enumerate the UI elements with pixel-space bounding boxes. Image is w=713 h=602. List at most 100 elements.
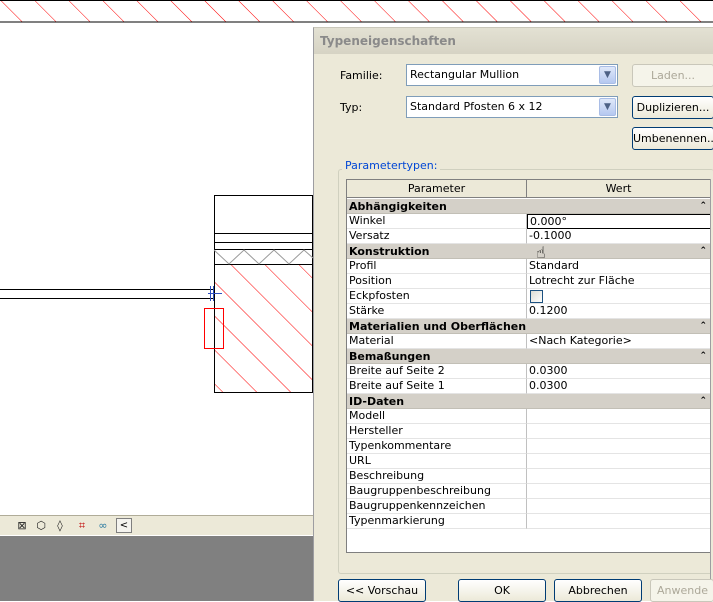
hatched-wall-top [0,0,713,22]
grid-cell-value[interactable] [527,424,711,439]
duplizieren-button[interactable]: Duplizieren... [632,96,713,119]
grid-cell-value[interactable]: 0.0300 [527,379,711,394]
grid-cell-parameter: Stärke [347,304,527,319]
collapse-icon[interactable]: ⌃ [699,349,707,364]
grid-cell-parameter: Material [347,334,527,349]
chevron-down-icon[interactable]: ▼ [599,66,616,84]
grid-row[interactable]: Material <Nach Kategorie> [347,334,711,349]
grid-cell-value[interactable]: Standard [527,259,711,274]
grid-cell-value[interactable] [527,484,711,499]
grid-cell-value[interactable] [527,454,711,469]
grid-cell-value[interactable] [527,409,711,424]
grid-row[interactable]: URL [347,454,711,469]
grid-cell-parameter: Beschreibung [347,469,527,484]
collapse-icon[interactable]: ⌃ [699,244,707,259]
typ-label: Typ: [340,101,363,114]
eckpfosten-checkbox[interactable] [530,290,543,303]
scroll-left-icon[interactable]: < [116,518,132,533]
grid-cell-parameter: URL [347,454,527,469]
grid-cell-parameter: Hersteller [347,424,527,439]
collapse-icon[interactable]: ⌃ [699,319,707,334]
collapse-icon[interactable]: ⌃ [699,394,707,409]
grid-cell-value[interactable] [527,499,711,514]
grid-cell-value[interactable]: 0.000° [527,214,711,229]
grid-group-header[interactable]: Konstruktion ⌃ [347,244,711,259]
typ-dropdown[interactable]: Standard Pfosten 6 x 12 ▼ [406,96,618,118]
grid-cell-value[interactable]: 0.1200 [527,304,711,319]
grid-cell-value[interactable] [527,439,711,454]
grid-group-header[interactable]: Bemaßungen ⌃ [347,349,711,364]
laden-button[interactable]: Laden... [632,64,713,87]
familie-label: Familie: [340,69,383,82]
grid-cell-value[interactable]: -0.1000 [527,229,711,244]
visual-style-icon[interactable]: ⬡ [33,518,49,533]
column-header-parameter[interactable]: Parameter [347,180,527,198]
grid-header: Parameter Wert [347,180,713,198]
grid-row[interactable]: Typenkommentare [347,439,711,454]
dialog-title[interactable]: Typeneigenschaften [314,28,713,54]
temporary-hide-icon[interactable]: ∞ [95,518,111,533]
grid-row[interactable]: Breite auf Seite 1 0.0300 [347,379,711,394]
ok-button[interactable]: OK [458,579,546,602]
parameter-group-title: Parametertypen: [342,159,441,172]
grid-row[interactable]: Baugruppenkennzeichen [347,499,711,514]
collapse-icon[interactable]: ⌃ [699,199,707,214]
grid-cell-parameter: Breite auf Seite 2 [347,364,527,379]
grid-row[interactable]: Stärke 0.1200 [347,304,711,319]
sun-path-icon[interactable]: ◊ [52,518,68,533]
grid-cell-parameter: Modell [347,409,527,424]
parameter-grid[interactable]: Parameter Wert Abhängigkeiten ⌃ Winkel 0.00… [346,179,713,553]
grid-group-name: Materialien und Oberflächen [349,320,527,333]
grid-group-header[interactable]: ID-Daten ⌃ [347,394,711,409]
grid-row[interactable]: Breite auf Seite 2 0.0300 [347,364,711,379]
grid-row[interactable]: Baugruppenbeschreibung [347,484,711,499]
grid-cell-value[interactable] [527,289,711,304]
column-header-wert[interactable]: Wert [527,180,711,198]
grid-cell-value[interactable]: 0.0300 [527,364,711,379]
grid-row[interactable]: Eckpfosten [347,289,711,304]
grid-row[interactable]: Winkel 0.000° [347,214,711,229]
grid-body: Abhängigkeiten ⌃ Winkel 0.000° Versatz -0.100… [347,199,711,529]
grid-cell-parameter: Position [347,274,527,289]
grid-cell-value[interactable] [527,469,711,484]
familie-value: Rectangular Mullion [410,68,520,81]
hand-cursor-icon: ☝ [536,243,546,262]
grid-group-header[interactable]: Materialien und Oberflächen ⌃ [347,319,711,334]
grid-group-name: Konstruktion [349,245,430,258]
grid-cell-parameter: Typenkommentare [347,439,527,454]
hatched-wall-right [214,265,313,393]
crop-icon[interactable]: ⌗ [74,518,90,533]
grid-cell-parameter: Versatz [347,229,527,244]
canvas-gray-area [0,536,313,601]
grid-row[interactable]: Position Lotrecht zur Fläche [347,274,711,289]
grid-row[interactable]: Beschreibung [347,469,711,484]
grid-cell-parameter: Profil [347,259,527,274]
grid-row[interactable]: Profil Standard [347,259,711,274]
grid-cell-parameter: Baugruppenkennzeichen [347,499,527,514]
familie-dropdown[interactable]: Rectangular Mullion ▼ [406,64,618,86]
grid-row[interactable]: Modell [347,409,711,424]
typ-value: Standard Pfosten 6 x 12 [410,100,543,113]
view-control-bar: ⊠ ⬡ ◊ ⌗ ∞ < [0,515,313,535]
grid-cell-value[interactable] [527,514,711,529]
grid-group-name: Abhängigkeiten [349,200,447,213]
grid-cell-parameter: Breite auf Seite 1 [347,379,527,394]
grid-group-name: Bemaßungen [349,350,431,363]
grid-row[interactable]: Typenmarkierung [347,514,711,529]
grid-group-name: ID-Daten [349,395,405,408]
grid-cell-parameter: Eckpfosten [347,289,527,304]
grid-group-header[interactable]: Abhängigkeiten ⌃ [347,199,711,214]
grid-cell-value[interactable]: <Nach Kategorie> [527,334,711,349]
detail-level-icon[interactable]: ⊠ [14,518,30,533]
vorschau-button[interactable]: << Vorschau [338,579,426,602]
umbenennen-button[interactable]: Umbenennen... [632,127,713,150]
grid-cell-value[interactable]: Lotrecht zur Fläche [527,274,711,289]
grid-cell-parameter: Typenmarkierung [347,514,527,529]
anwenden-button[interactable]: Anwende [650,579,713,602]
grid-row[interactable]: Versatz -0.1000 [347,229,711,244]
type-properties-dialog: Typeneigenschaften Familie: Rectangular … [313,27,713,602]
grid-row[interactable]: Hersteller [347,424,711,439]
grid-cell-parameter: Winkel [347,214,527,229]
chevron-down-icon[interactable]: ▼ [599,98,616,116]
abbrechen-button[interactable]: Abbrechen [554,579,642,602]
